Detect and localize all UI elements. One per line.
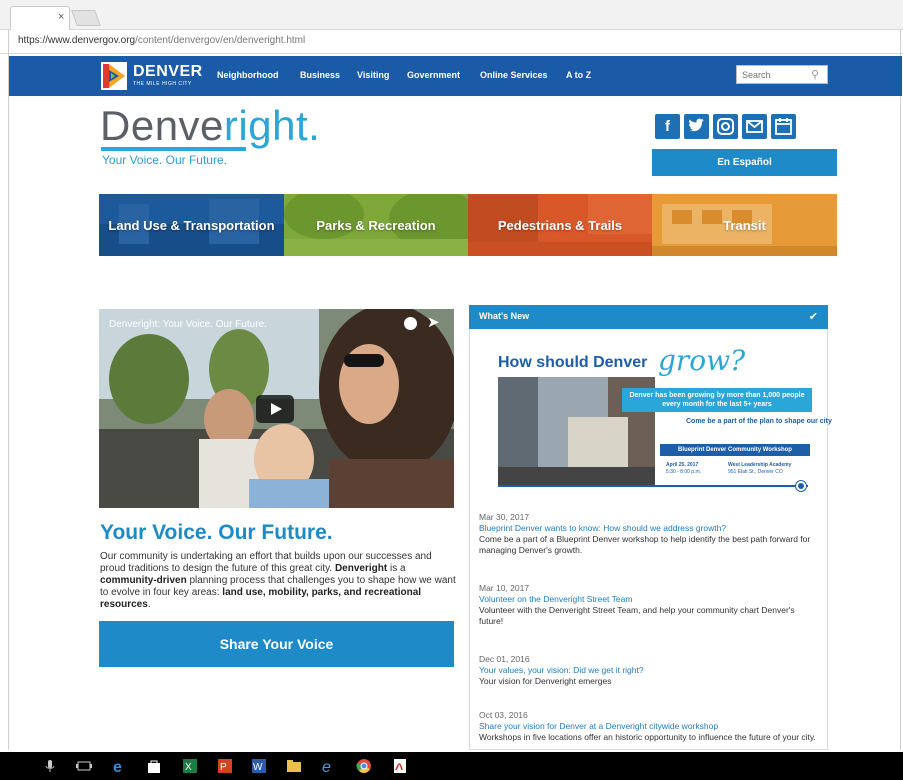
close-tab-icon[interactable]: × (58, 11, 64, 23)
news-link[interactable]: Blueprint Denver wants to know: How shou… (479, 523, 819, 534)
svg-text:e: e (113, 759, 122, 774)
whats-new-title: What's New (479, 311, 530, 321)
intro-text: Our community is undertaking an effort t… (100, 551, 456, 610)
news-item: Oct 03, 2016 Share your vision for Denve… (479, 710, 819, 743)
denveright-logo[interactable]: Denveright. (100, 103, 320, 149)
nav-online-services[interactable]: Online Services (480, 70, 548, 80)
browser-tabstrip: × (0, 0, 903, 30)
instagram-icon[interactable] (713, 114, 738, 139)
search-icon[interactable]: ⚲ (811, 68, 819, 81)
section-heading: Your Voice. Our Future. (100, 521, 333, 544)
news-link[interactable]: Your values, your vision: Did we get it … (479, 665, 819, 676)
internet-explorer-icon[interactable]: e (321, 758, 337, 774)
promo-venue: West Leadership Academy 951 Elati St., De… (728, 462, 792, 475)
video-title[interactable]: Denveright: Your Voice. Our Future. (109, 319, 267, 330)
video-player[interactable]: Denveright: Your Voice. Our Future. ➤ (99, 309, 454, 508)
news-summary: Come be a part of a Blueprint Denver wor… (479, 534, 811, 555)
logo-tagline: THE MILE HIGH CITY (133, 81, 192, 87)
news-date: Dec 01, 2016 (479, 654, 530, 664)
news-summary: Workshops in five locations offer an his… (479, 732, 816, 742)
promo-grow: grow? (658, 344, 746, 377)
svg-text:e: e (322, 759, 331, 774)
chrome-icon[interactable] (356, 758, 372, 774)
news-date: Oct 03, 2016 (479, 710, 528, 720)
twitter-icon[interactable] (684, 114, 709, 139)
address-bar[interactable]: https://www.denvergov.org/content/denver… (0, 30, 903, 54)
nav-neighborhood[interactable]: Neighborhood (217, 70, 279, 80)
brand-underline (101, 147, 246, 151)
news-item: Mar 30, 2017 Blueprint Denver wants to k… (479, 512, 819, 556)
promo-workshop-label: Blueprint Denver Community Workshop (660, 444, 810, 456)
tile-land-use-transportation[interactable]: Land Use & Transportation (99, 194, 284, 256)
news-link[interactable]: Share your vision for Denver at a Denver… (479, 721, 819, 732)
tile-pedestrians-trails[interactable]: Pedestrians & Trails (468, 194, 652, 256)
excel-icon[interactable]: X (182, 758, 198, 774)
calendar-icon[interactable] (771, 114, 796, 139)
svg-text:P: P (220, 762, 227, 773)
window-border-right (900, 30, 901, 750)
rss-icon[interactable]: ✔ (809, 310, 818, 323)
news-item: Mar 10, 2017 Volunteer on the Denveright… (479, 583, 819, 627)
tile-parks-recreation[interactable]: Parks & Recreation (284, 194, 468, 256)
new-tab-button[interactable] (71, 10, 101, 26)
edge-browser-icon[interactable]: e (112, 758, 128, 774)
file-explorer-icon[interactable] (286, 758, 302, 774)
watch-later-icon[interactable] (404, 317, 417, 330)
nav-government[interactable]: Government (407, 70, 460, 80)
logo-wordmark[interactable]: DENVER (133, 63, 203, 81)
search-input[interactable] (742, 69, 804, 81)
url-text: https://www.denvergov.org/content/denver… (18, 35, 306, 46)
nav-business[interactable]: Business (300, 70, 340, 80)
denver-logo-icon[interactable] (101, 62, 127, 90)
site-header: DENVER THE MILE HIGH CITY Neighborhood B… (9, 56, 902, 96)
news-summary: Your vision for Denveright emerges (479, 676, 612, 686)
acrobat-icon[interactable] (392, 758, 408, 774)
news-item: Dec 01, 2016 Your values, your vision: D… (479, 654, 819, 687)
nav-visiting[interactable]: Visiting (357, 70, 389, 80)
brand-tagline: Your Voice. Our Future. (102, 153, 227, 167)
play-button[interactable] (256, 395, 294, 423)
carousel-dot[interactable] (796, 481, 806, 491)
window-border-left (8, 30, 9, 750)
news-summary: Volunteer with the Denveright Street Tea… (479, 605, 795, 626)
promo-date: April 25, 2017 5:30 - 8:00 p.m. (666, 462, 702, 475)
powerpoint-icon[interactable]: P (217, 758, 233, 774)
windows-taskbar: e X P W e (0, 752, 903, 780)
email-icon[interactable] (742, 114, 767, 139)
news-link[interactable]: Volunteer on the Denveright Street Team (479, 594, 819, 605)
task-view-icon[interactable] (76, 758, 92, 774)
svg-text:X: X (185, 762, 192, 773)
promo-question: How should Denver (498, 354, 648, 371)
nav-a-to-z[interactable]: A to Z (566, 70, 591, 80)
promo-growth-note: Denver has been growing by more than 1,0… (622, 388, 812, 412)
store-icon[interactable] (146, 758, 162, 774)
tile-transit[interactable]: Transit (652, 194, 837, 256)
share-your-voice-button[interactable]: Share Your Voice (99, 621, 454, 667)
facebook-icon[interactable]: f (655, 114, 680, 139)
word-icon[interactable]: W (251, 758, 267, 774)
browser-tab[interactable]: × (10, 6, 70, 30)
promo-divider (498, 485, 808, 487)
espanol-button[interactable]: En Español (652, 149, 837, 176)
news-date: Mar 30, 2017 (479, 512, 530, 522)
promo-call: Come be a part of the plan to shape our … (686, 418, 832, 425)
search-box: ⚲ (736, 65, 828, 84)
whats-new-header: What's New ✔ (469, 305, 828, 329)
share-arrow-icon[interactable]: ➤ (427, 313, 440, 331)
microphone-icon[interactable] (42, 758, 58, 774)
svg-text:W: W (253, 762, 263, 773)
news-date: Mar 10, 2017 (479, 583, 530, 593)
